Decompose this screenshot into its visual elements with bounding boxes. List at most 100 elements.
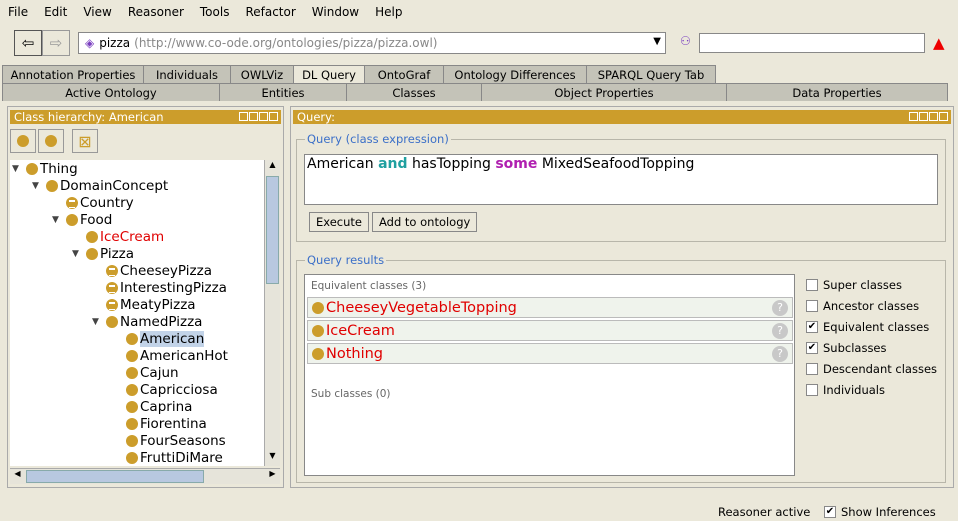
- expression-token: American: [307, 156, 379, 172]
- tab-active-ontology[interactable]: Active Ontology: [2, 83, 220, 101]
- option-label: Super classes: [823, 278, 902, 292]
- execute-button[interactable]: Execute: [309, 212, 369, 232]
- option-descendant-classes-checkbox[interactable]: Descendant classes: [806, 362, 937, 376]
- tab-row-bottom: Active Ontology Entities Classes Object Pro…: [2, 83, 948, 101]
- expand-arrow-icon[interactable]: ▼: [52, 215, 64, 225]
- option-subclasses-checkbox[interactable]: ✔ Subclasses: [806, 341, 887, 355]
- add-sibling-button[interactable]: [38, 129, 64, 153]
- tab-object-properties[interactable]: Object Properties: [481, 83, 727, 101]
- expand-arrow-icon[interactable]: ▼: [12, 164, 24, 174]
- query-expression-editor[interactable]: American and hasTopping some MixedSeafoo…: [304, 154, 938, 205]
- class-tree[interactable]: ▼ Thing ▼ DomainConcept Country ▼ Food IceCream…: [10, 160, 264, 466]
- expand-arrow-icon[interactable]: ▼: [32, 181, 44, 191]
- equivalent-classes-header: Equivalent classes (3): [311, 280, 427, 292]
- tab-annotation-properties[interactable]: Annotation Properties: [2, 65, 144, 83]
- explain-icon[interactable]: ?: [772, 345, 788, 362]
- add-subclass-button[interactable]: [10, 129, 36, 153]
- delete-class-button[interactable]: ⊠: [72, 129, 98, 153]
- tree-item-label: IceCream: [100, 228, 165, 245]
- query-results-legend: Query results: [307, 253, 385, 267]
- tab-classes[interactable]: Classes: [346, 83, 482, 101]
- class-icon: [86, 230, 98, 243]
- panel-controls[interactable]: [239, 112, 278, 121]
- tree-item[interactable]: ▼ Thing: [12, 160, 78, 177]
- ontology-selector[interactable]: ◈ pizza (http://www.co-ode.org/ontologie…: [78, 32, 666, 54]
- checkbox-icon: ✔: [806, 321, 818, 333]
- checkbox-icon: [806, 300, 818, 312]
- tree-item[interactable]: IceCream: [72, 228, 164, 245]
- binoculars-icon: ⚇: [680, 34, 691, 48]
- defined-class-icon: [66, 196, 78, 209]
- reasoner-status: Reasoner active: [718, 505, 811, 519]
- menu-refactor[interactable]: Refactor: [237, 5, 303, 19]
- tree-horizontal-scrollbar[interactable]: ◀ ▶: [10, 468, 280, 484]
- tree-item[interactable]: MeatyPizza: [92, 296, 196, 313]
- explain-icon[interactable]: ?: [772, 299, 788, 316]
- option-ancestor-classes-checkbox[interactable]: Ancestor classes: [806, 299, 919, 313]
- class-icon: [126, 349, 138, 362]
- option-super-classes-checkbox[interactable]: Super classes: [806, 278, 902, 292]
- menu-window[interactable]: Window: [304, 5, 367, 19]
- show-inferences-checkbox[interactable]: ✔ Show Inferences: [824, 505, 936, 519]
- results-list[interactable]: Equivalent classes (3) CheeseyVegetableT…: [304, 274, 795, 476]
- tree-item[interactable]: AmericanHot: [112, 347, 228, 364]
- tree-item[interactable]: ▼ DomainConcept: [32, 177, 168, 194]
- menu-tools[interactable]: Tools: [192, 5, 238, 19]
- menu-reasoner[interactable]: Reasoner: [120, 5, 192, 19]
- menu-edit[interactable]: Edit: [36, 5, 75, 19]
- expand-arrow-icon[interactable]: ▼: [92, 317, 104, 327]
- result-item[interactable]: CheeseyVegetableTopping?: [307, 297, 793, 318]
- tree-item-label: Cajun: [140, 364, 179, 381]
- tab-data-properties[interactable]: Data Properties: [726, 83, 948, 101]
- menu-help[interactable]: Help: [367, 5, 410, 19]
- tree-item[interactable]: ▼ Pizza: [72, 245, 134, 262]
- tab-individuals[interactable]: Individuals: [143, 65, 231, 83]
- tree-item[interactable]: American: [112, 330, 205, 347]
- tree-item[interactable]: CheeseyPizza: [92, 262, 212, 279]
- tree-item[interactable]: Capricciosa: [112, 381, 218, 398]
- tree-item-label: MeatyPizza: [120, 296, 196, 313]
- panel-controls[interactable]: [909, 112, 948, 121]
- search-input[interactable]: [699, 33, 925, 53]
- class-icon: [106, 315, 118, 328]
- show-inferences-label: Show Inferences: [841, 505, 936, 519]
- tree-item[interactable]: Cajun: [112, 364, 179, 381]
- menu-file[interactable]: File: [0, 5, 36, 19]
- tree-item[interactable]: Fiorentina: [112, 415, 207, 432]
- tree-item-label: American: [140, 330, 205, 347]
- tree-item[interactable]: InterestingPizza: [92, 279, 227, 296]
- tree-item[interactable]: Caprina: [112, 398, 192, 415]
- tab-sparql-query-tab[interactable]: SPARQL Query Tab: [586, 65, 716, 83]
- tree-item[interactable]: FourSeasons: [112, 432, 226, 449]
- tab-entities[interactable]: Entities: [219, 83, 347, 101]
- tab-dl-query[interactable]: DL Query: [293, 65, 365, 83]
- result-item[interactable]: Nothing?: [307, 343, 793, 364]
- menu-view[interactable]: View: [75, 5, 119, 19]
- back-button[interactable]: ⇦: [14, 30, 42, 56]
- panel-title: Class hierarchy: American: [14, 110, 164, 124]
- tree-item[interactable]: ▼ Food: [52, 211, 112, 228]
- result-label: IceCream: [326, 322, 395, 339]
- option-equivalent-classes-checkbox[interactable]: ✔ Equivalent classes: [806, 320, 929, 334]
- result-item[interactable]: IceCream?: [307, 320, 793, 341]
- class-icon: [126, 451, 138, 464]
- tab-ontograf[interactable]: OntoGraf: [364, 65, 444, 83]
- tree-item[interactable]: Country: [52, 194, 134, 211]
- tree-item-label: FruttiDiMare: [140, 449, 223, 466]
- tab-owlviz[interactable]: OWLViz: [230, 65, 294, 83]
- forward-button[interactable]: ⇨: [42, 30, 70, 56]
- explain-icon[interactable]: ?: [772, 322, 788, 339]
- expand-arrow-icon[interactable]: ▼: [72, 249, 84, 259]
- tree-vertical-scrollbar[interactable]: ▲ ▼: [264, 160, 280, 466]
- warning-icon[interactable]: ▲: [933, 34, 945, 52]
- menu-bar: File Edit View Reasoner Tools Refactor Window H…: [0, 0, 958, 24]
- add-to-ontology-button[interactable]: Add to ontology: [372, 212, 478, 232]
- checkbox-icon: [806, 384, 818, 396]
- option-label: Individuals: [823, 383, 885, 397]
- class-icon: [126, 366, 138, 379]
- tree-item[interactable]: FruttiDiMare: [112, 449, 223, 466]
- class-icon: [86, 247, 98, 260]
- option-individuals-checkbox[interactable]: Individuals: [806, 383, 885, 397]
- tab-ontology-differences[interactable]: Ontology Differences: [443, 65, 587, 83]
- tree-item[interactable]: ▼ NamedPizza: [92, 313, 202, 330]
